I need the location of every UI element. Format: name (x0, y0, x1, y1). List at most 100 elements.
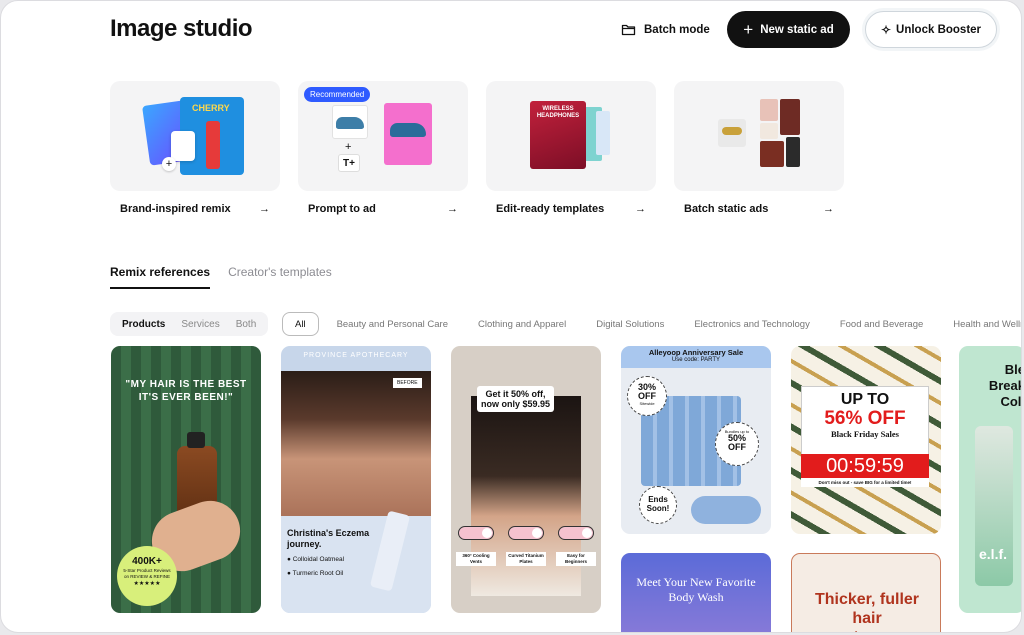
discount-badge: Bundles up to 50% OFF (715, 422, 759, 466)
unlock-booster-button[interactable]: ✧ Unlock Booster (865, 11, 997, 48)
category-beauty[interactable]: Beauty and Personal Care (322, 312, 463, 336)
gallery-tile[interactable]: Get it 50% off, now only $59.95 360° Coo… (451, 346, 601, 613)
unlock-booster-label: Unlock Booster (896, 23, 982, 36)
tile-headline: Thicker, fuller hair (814, 591, 920, 627)
card-label: Prompt to ad (308, 203, 376, 215)
promo-event: Black Friday Sales (830, 429, 899, 439)
review-badge: 400K+ 5-Star Product Reviews on REVIEW &… (117, 546, 177, 606)
ends-soon-badge: Ends Soon! (639, 486, 677, 524)
category-electronics[interactable]: Electronics and Technology (679, 312, 824, 336)
card-prompt-to-ad[interactable]: Recommended + T+ Prompt to ad → (298, 81, 468, 215)
portrait-image (281, 371, 431, 531)
card-thumbnail: CHERRY + (110, 81, 280, 191)
type-segmented-control: Products Services Both (110, 312, 269, 336)
gallery-tile[interactable]: PROVINCE APOTHECARY BEFORE Christina's E… (281, 346, 431, 613)
card-thumb-text: CHERRY (192, 103, 230, 113)
stars: ★★★★★ (133, 581, 161, 587)
discount-badge: 30% OFF Sitewide (627, 376, 667, 416)
tab-creators-templates[interactable]: Creator's templates (228, 265, 332, 289)
card-edit-ready-templates[interactable]: WIRELESS HEADPHONES Edit-ready templates… (486, 81, 656, 215)
gallery-tile[interactable]: "MY HAIR IS THE BEST IT'S EVER BEEN!" 40… (111, 346, 261, 613)
promo-fineprint: Don't miss out - save BIG for a limited … (801, 478, 929, 487)
sale-title: Alleyoop Anniversary Sale (648, 348, 744, 357)
countdown-timer: 00:59:59 (801, 454, 929, 478)
toggle-icon (458, 526, 494, 540)
tile-quote: "MY HAIR IS THE BEST IT'S EVER BEEN!" (125, 379, 247, 403)
batch-mode-button[interactable]: Batch mode (621, 11, 710, 48)
card-thumbnail: WIRELESS HEADPHONES (486, 81, 656, 191)
feature-label: Easy for Beginners (556, 552, 596, 566)
arrow-right-icon: → (259, 203, 270, 215)
offer-banner: Get it 50% off, now only $59.95 (477, 386, 555, 412)
tile-headline: Christina's Eczema journey. (287, 528, 370, 549)
card-thumbnail: Recommended + T+ (298, 81, 468, 191)
new-static-ad-button[interactable]: + New static ad (727, 11, 850, 48)
brand-logo: e.l.f. (979, 546, 1008, 562)
ingredient-label: Turmeric Root Oil (292, 570, 344, 577)
gallery-tile[interactable]: UP TO 56% OFF Black Friday Sales 00:59:5… (791, 346, 941, 534)
category-food[interactable]: Food and Beverage (825, 312, 938, 336)
recommended-badge: Recommended (304, 87, 371, 102)
promo-up-to: UP TO (840, 391, 890, 408)
plus-icon: + (345, 141, 352, 153)
serum-bottle-image (975, 426, 1013, 586)
card-thumbnail (674, 81, 844, 191)
offer-line: now only $59.95 (481, 399, 551, 409)
gallery-tile[interactable]: Meet Your New Favorite Body Wash (621, 553, 771, 632)
text-sparkle-icon: T+ (338, 154, 360, 172)
category-health[interactable]: Health and Wellness (938, 312, 1021, 336)
arrow-right-icon: → (823, 203, 834, 215)
folder-icon (621, 24, 636, 36)
category-digital[interactable]: Digital Solutions (581, 312, 679, 336)
segment-products[interactable]: Products (116, 315, 171, 334)
review-count: 400K+ (132, 556, 162, 567)
sale-code: Use code: PARTY (671, 357, 721, 363)
badge-text: 50% OFF (727, 433, 746, 452)
gallery-tile[interactable]: Thicker, fuller hair always (791, 553, 941, 632)
ingredient-label: Colloidal Oatmeal (292, 556, 345, 563)
arrow-right-icon: → (447, 203, 458, 215)
promo-percent: 56% OFF (824, 408, 906, 429)
new-static-ad-label: New static ad (760, 23, 834, 36)
card-label: Edit-ready templates (496, 203, 605, 215)
segment-services[interactable]: Services (175, 315, 225, 334)
gallery-tile[interactable]: Alleyoop Anniversary Sale Use code: PART… (621, 346, 771, 534)
card-label: Batch static ads (684, 203, 769, 215)
tile-headline: Ble Break Coll (988, 362, 1022, 409)
sale-header: Alleyoop Anniversary Sale Use code: PART… (621, 346, 771, 368)
offer-line: Get it 50% off, (485, 389, 546, 399)
tile-brand: PROVINCE APOTHECARY (303, 352, 409, 359)
category-filter: All Beauty and Personal Care Clothing an… (282, 312, 1021, 336)
sparkle-icon: ✧ (880, 22, 892, 37)
tile-headline: Meet Your New Favorite Body Wash (636, 575, 756, 604)
before-tag: BEFORE (393, 378, 422, 388)
ingredient-item: ● Colloidal Oatmeal (287, 556, 345, 563)
ingredient-item: ● Turmeric Root Oil (287, 570, 344, 577)
cases-image (691, 496, 761, 524)
segment-both[interactable]: Both (230, 315, 263, 334)
card-batch-static-ads[interactable]: Batch static ads → (674, 81, 844, 215)
badge-text: Ends Soon! (646, 495, 670, 513)
tabs: Remix references Creator's templates (110, 265, 332, 289)
gallery-tile[interactable]: Ble Break Coll e.l.f. (959, 346, 1022, 613)
feature-label: Curved Titanium Plates (506, 552, 546, 566)
card-label: Brand-inspired remix (120, 203, 231, 215)
plus-icon: + (743, 20, 754, 39)
shoe-image (336, 117, 364, 129)
tab-remix-references[interactable]: Remix references (110, 265, 211, 289)
review-caption: 5-Star Product Reviews on REVIEW & REFIN… (123, 568, 171, 579)
plus-icon: + (162, 157, 176, 171)
card-brand-inspired-remix[interactable]: CHERRY + Brand-inspired remix → (110, 81, 280, 215)
app-window: Image studio Batch mode + New static ad … (0, 0, 1022, 633)
page-title: Image studio (110, 15, 253, 42)
badge-caption: Sitewide (639, 401, 655, 406)
tile-subline: always (806, 628, 928, 632)
category-all[interactable]: All (282, 312, 319, 336)
card-thumb-text: WIRELESS HEADPHONES (536, 106, 580, 119)
toggle-icon (508, 526, 544, 540)
toggle-icon (558, 526, 594, 540)
sneaker-image (722, 127, 742, 135)
feature-label: 360° Cooling Vents (456, 552, 496, 566)
batch-mode-label: Batch mode (644, 23, 710, 36)
category-clothing[interactable]: Clothing and Apparel (463, 312, 581, 336)
